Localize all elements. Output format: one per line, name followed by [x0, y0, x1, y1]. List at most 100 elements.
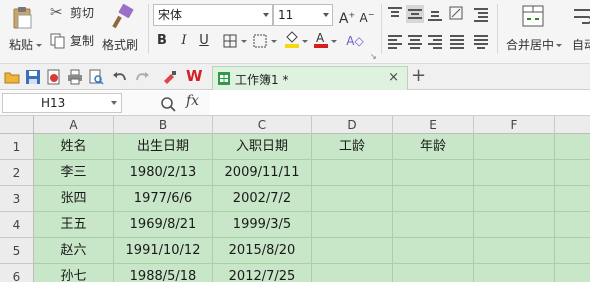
border-button[interactable] [220, 31, 240, 51]
cell-g6[interactable] [555, 264, 590, 282]
column-header-f[interactable]: F [474, 116, 555, 134]
align-bottom-button[interactable] [426, 5, 444, 23]
cell-g5[interactable] [555, 238, 590, 264]
row-header-1[interactable]: 1 [0, 134, 34, 160]
cell-e1[interactable]: 年龄 [393, 134, 474, 160]
cell-a6[interactable]: 孙七 [34, 264, 114, 282]
font-size-select[interactable]: 11 [273, 4, 333, 26]
cell-b1[interactable]: 出生日期 [114, 134, 213, 160]
open-folder-icon[interactable] [4, 69, 20, 85]
cell-d2[interactable] [312, 160, 393, 186]
justify-button[interactable] [448, 32, 466, 50]
cell-g3[interactable] [555, 186, 590, 212]
align-middle-button[interactable] [406, 5, 424, 23]
cut-button[interactable]: ✂ 剪切 [50, 3, 100, 22]
increase-font-size-button[interactable]: A+ [337, 5, 357, 27]
text-direction-button[interactable] [448, 5, 466, 23]
font-color-dropdown-icon[interactable] [331, 40, 337, 43]
cell-a3[interactable]: 张四 [34, 186, 114, 212]
merge-center-button[interactable]: 合并居中 [500, 2, 564, 58]
decrease-font-size-button[interactable]: A− [357, 5, 377, 25]
tab-workbook1[interactable]: 工作簿1 * × [212, 66, 408, 90]
cell-e4[interactable] [393, 212, 474, 238]
export-pdf-icon[interactable] [46, 69, 62, 85]
cell-e3[interactable] [393, 186, 474, 212]
fill-pattern-button[interactable] [250, 31, 270, 51]
cell-b5[interactable]: 1991/10/12 [114, 238, 213, 264]
cell-b4[interactable]: 1969/8/21 [114, 212, 213, 238]
column-header-g[interactable] [555, 116, 590, 134]
format-painter-button[interactable]: 格式刷 [102, 2, 144, 58]
cell-f2[interactable] [474, 160, 555, 186]
distributed-button[interactable] [472, 32, 490, 50]
copy-button[interactable]: 复制 [50, 32, 100, 50]
cell-b3[interactable]: 1977/6/6 [114, 186, 213, 212]
print-icon[interactable] [67, 69, 83, 85]
column-header-d[interactable]: D [312, 116, 393, 134]
search-function-icon[interactable] [160, 96, 176, 112]
column-header-c[interactable]: C [213, 116, 312, 134]
cell-a4[interactable]: 王五 [34, 212, 114, 238]
close-tab-icon[interactable]: × [388, 70, 399, 85]
cell-c1[interactable]: 入职日期 [213, 134, 312, 160]
cell-a5[interactable]: 赵六 [34, 238, 114, 264]
cell-b2[interactable]: 1980/2/13 [114, 160, 213, 186]
spreadsheet-grid[interactable]: A B C D E F 1 姓名 出生日期 入职日期 工龄 年龄 2 李三 1980/2/13 2009/11… [0, 116, 590, 282]
auto-wrap-button[interactable]: 自动 [568, 2, 590, 58]
fill-pattern-dropdown-icon[interactable] [271, 40, 277, 43]
cell-f6[interactable] [474, 264, 555, 282]
highlight-color-button[interactable] [282, 31, 302, 51]
align-top-button[interactable] [386, 5, 404, 23]
font-name-select[interactable]: 宋体 [153, 4, 273, 26]
italic-button[interactable]: I [174, 31, 194, 51]
underline-button[interactable]: U [194, 31, 214, 51]
formula-input[interactable] [210, 91, 590, 115]
cell-c6[interactable]: 2012/7/25 [213, 264, 312, 282]
select-all-corner[interactable] [0, 116, 34, 134]
font-settings-launcher-icon[interactable]: ↘ [370, 52, 377, 61]
column-header-a[interactable]: A [34, 116, 114, 134]
cell-c3[interactable]: 2002/7/2 [213, 186, 312, 212]
align-left-button[interactable] [386, 32, 404, 50]
cell-g2[interactable] [555, 160, 590, 186]
indent-button[interactable] [472, 5, 490, 23]
new-tab-icon[interactable]: + [411, 65, 426, 87]
cell-d6[interactable] [312, 264, 393, 282]
print-preview-icon[interactable] [88, 69, 104, 85]
cell-d5[interactable] [312, 238, 393, 264]
cell-a2[interactable]: 李三 [34, 160, 114, 186]
row-header-2[interactable]: 2 [0, 160, 34, 186]
undo-icon[interactable] [112, 69, 128, 85]
cell-b6[interactable]: 1988/5/18 [114, 264, 213, 282]
cell-f5[interactable] [474, 238, 555, 264]
border-dropdown-icon[interactable] [241, 40, 247, 43]
cell-e6[interactable] [393, 264, 474, 282]
cell-e2[interactable] [393, 160, 474, 186]
name-box[interactable]: H13 [2, 93, 122, 113]
cell-f4[interactable] [474, 212, 555, 238]
redo-icon[interactable] [134, 69, 150, 85]
insert-function-button[interactable]: fx [186, 93, 199, 109]
font-color-button[interactable]: A [311, 31, 331, 51]
bold-button[interactable]: B [152, 31, 172, 51]
cell-c2[interactable]: 2009/11/11 [213, 160, 312, 186]
cell-d3[interactable] [312, 186, 393, 212]
highlight-dropdown-icon[interactable] [302, 40, 308, 43]
paste-dropdown-icon[interactable] [36, 44, 42, 47]
cell-d1[interactable]: 工龄 [312, 134, 393, 160]
paste-button[interactable]: 粘贴 [4, 2, 44, 58]
align-center-button[interactable] [406, 32, 424, 50]
cell-d4[interactable] [312, 212, 393, 238]
row-header-4[interactable]: 4 [0, 212, 34, 238]
cell-g4[interactable] [555, 212, 590, 238]
row-header-6[interactable]: 6 [0, 264, 34, 282]
column-header-e[interactable]: E [393, 116, 474, 134]
cell-f3[interactable] [474, 186, 555, 212]
cell-e5[interactable] [393, 238, 474, 264]
merge-dropdown-icon[interactable] [556, 44, 562, 47]
column-header-b[interactable]: B [114, 116, 213, 134]
align-right-button[interactable] [426, 32, 444, 50]
customize-toolbar-icon[interactable] [162, 69, 178, 85]
row-header-3[interactable]: 3 [0, 186, 34, 212]
clear-format-button[interactable]: A◇ [345, 31, 365, 51]
